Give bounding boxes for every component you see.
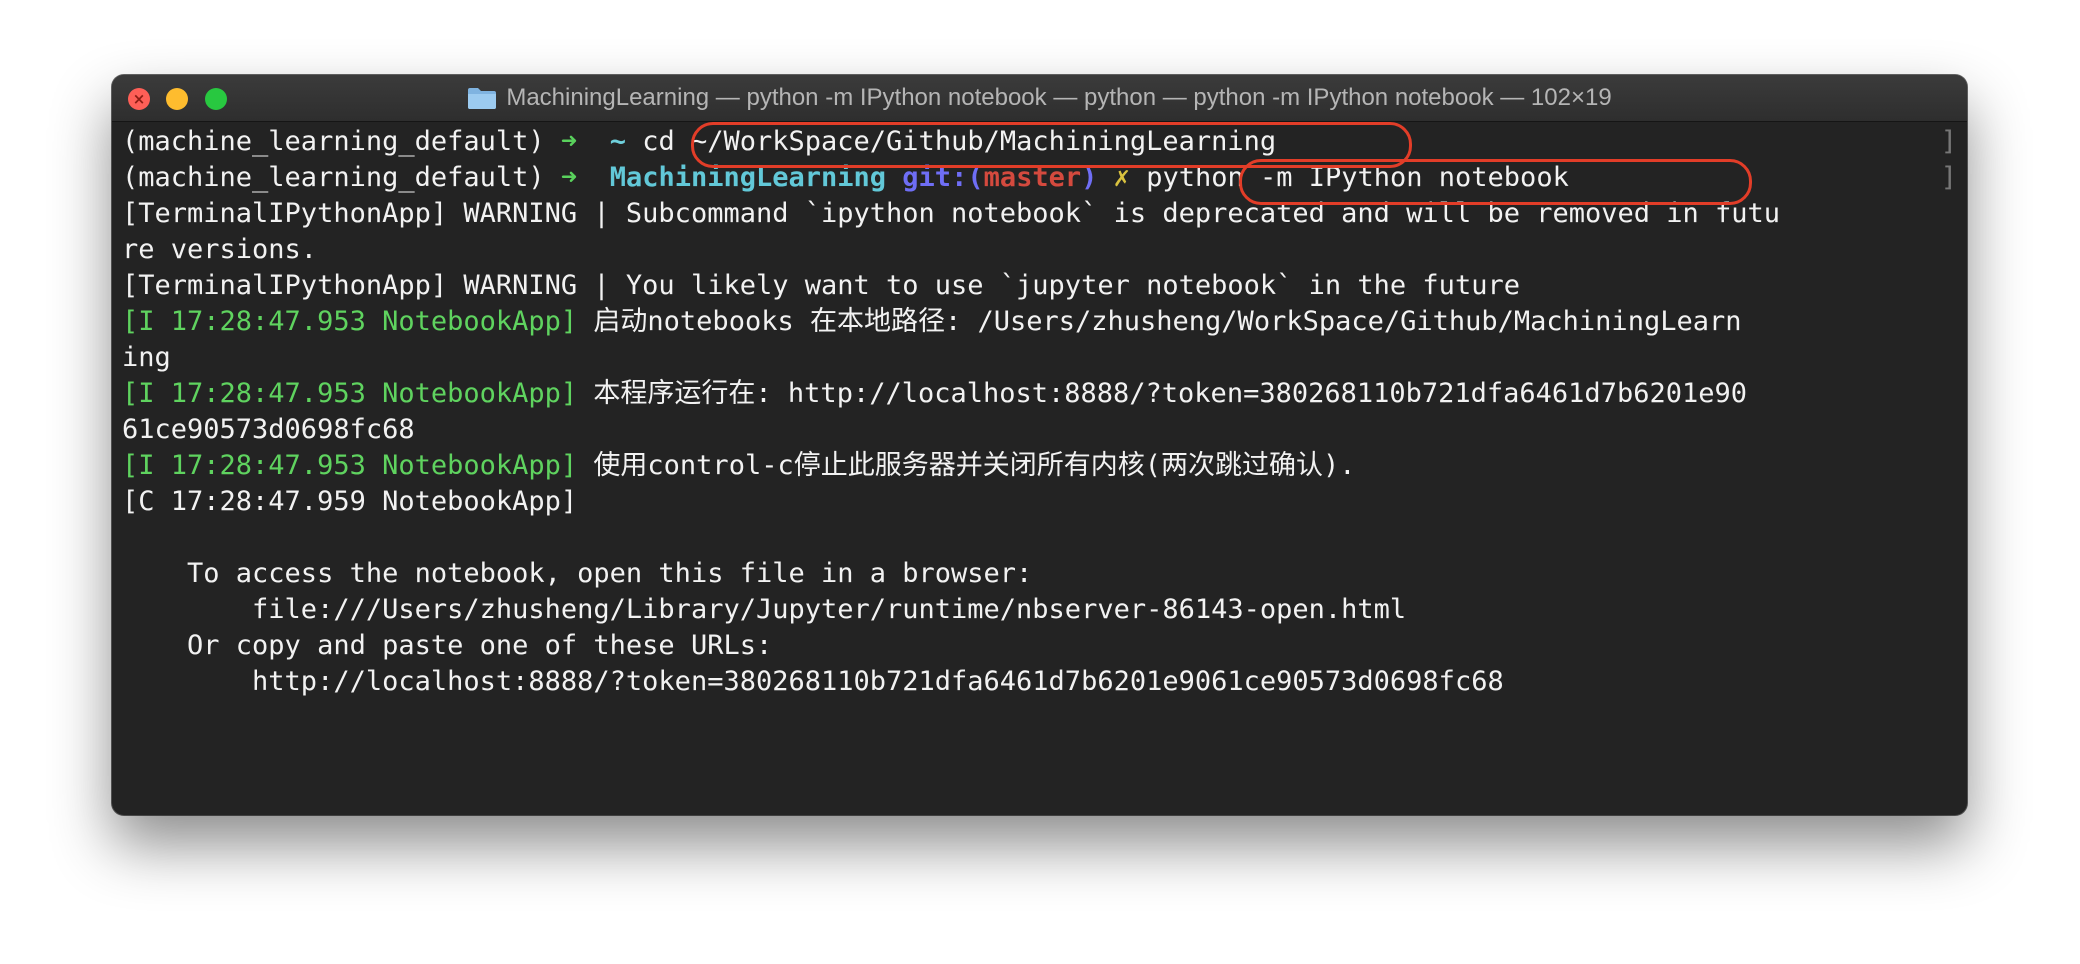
- window-title-area: MachiningLearning — python -m IPython no…: [112, 75, 1967, 121]
- output-line: 61ce90573d0698fc68: [122, 414, 415, 445]
- output-line: ing: [122, 342, 171, 373]
- output-line: [I 17:28:47.953 NotebookApp] 使用control-c…: [122, 448, 1957, 484]
- line-edge-mark: ]: [1940, 126, 1957, 157]
- output-line: [C 17:28:47.959 NotebookApp]: [122, 486, 578, 517]
- env-name: (machine_learning_default): [122, 126, 545, 157]
- notebook-url-link[interactable]: http://localhost:8888/?token=380268110b7…: [122, 664, 1957, 700]
- output-line: re versions.: [122, 234, 318, 265]
- log-prefix: [I 17:28:47.953 NotebookApp]: [122, 378, 578, 409]
- log-message: 启动notebooks 在本地路径: /Users/zhusheng/WorkS…: [577, 306, 1742, 337]
- output-line: To access the notebook, open this file i…: [122, 558, 1033, 589]
- output-line[interactable]: file:///Users/zhusheng/Library/Jupyter/r…: [122, 592, 1957, 628]
- log-message: 本程序运行在: http://localhost:8888/?token=380…: [577, 378, 1747, 409]
- line-edge-mark: ]: [1940, 162, 1957, 193]
- prompt-arrow-icon: ➜: [560, 126, 578, 157]
- log-prefix: [I 17:28:47.953 NotebookApp]: [122, 306, 578, 337]
- output-line: [I 17:28:47.953 NotebookApp] 本程序运行在: htt…: [122, 376, 1957, 412]
- log-prefix: [I 17:28:47.953 NotebookApp]: [122, 450, 578, 481]
- output-line: [TerminalIPythonApp] WARNING | You likel…: [122, 270, 1520, 301]
- annotation-highlight-notebook: [1239, 159, 1752, 205]
- terminal-output[interactable]: (machine_learning_default) ➜ ~ cd ~/Work…: [122, 124, 1957, 700]
- env-name: (machine_learning_default): [122, 162, 545, 193]
- prompt-arrow-icon: ➜: [560, 162, 578, 193]
- current-dir: ~: [609, 126, 626, 157]
- output-line: Or copy and paste one of these URLs:: [122, 630, 773, 661]
- log-message: 使用control-c停止此服务器并关闭所有内核(两次跳过确认).: [577, 450, 1356, 481]
- output-line: [I 17:28:47.953 NotebookApp] 启动notebooks…: [122, 304, 1957, 340]
- folder-icon: [468, 88, 497, 109]
- title-bar[interactable]: × MachiningLearning — python -m IPython …: [112, 75, 1967, 122]
- window-title: MachiningLearning — python -m IPython no…: [506, 84, 1612, 111]
